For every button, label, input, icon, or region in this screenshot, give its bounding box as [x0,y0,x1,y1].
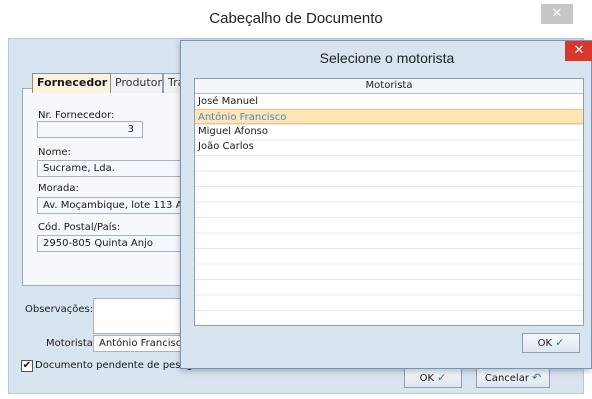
morada-label: Morada: [38,183,79,194]
window-title: Cabeçalho de Documento [209,10,383,27]
tab-fornecedor[interactable]: Fornecedor [32,73,111,93]
dialog-title: Selecione o motorista [319,50,455,66]
cod-postal-label: Cód. Postal/País: [38,222,121,233]
nome-field[interactable]: Sucrame, Lda. [37,160,191,177]
pendente-checkbox[interactable]: ✔ [21,360,33,372]
motorista-label: Motorista: [46,338,97,349]
select-driver-dialog: Selecione o motorista ✕ Motorista José M… [180,40,592,369]
window-close-button[interactable]: ✕ [541,4,573,24]
nr-fornecedor-label: Nr. Fornecedor: [38,110,115,121]
column-header-motorista[interactable]: Motorista [195,79,583,94]
dialog-close-button[interactable]: ✕ [565,41,592,61]
ok-label: OK [537,338,553,349]
driver-row-selected[interactable]: António Francisco [195,109,583,124]
observacoes-field[interactable] [93,298,189,334]
close-icon: ✕ [573,43,585,58]
cancel-label: Cancelar [484,373,529,384]
ok-label: OK [419,373,435,384]
tab-produtor[interactable]: Produtor [110,73,163,93]
cod-postal-field[interactable]: 2950-805 Quinta Anjo [37,235,191,252]
nr-fornecedor-field[interactable]: 3 [37,121,143,138]
driver-grid: Motorista José Manuel António Francisco … [194,78,584,326]
check-icon: ✓ [437,371,447,384]
main-ok-button[interactable]: OK ✓ [404,368,462,388]
driver-row[interactable]: Miguel Afonso [195,124,583,139]
observacoes-label: Observações: [25,304,94,315]
nome-label: Nome: [38,147,71,158]
dialog-ok-button[interactable]: OK ✓ [522,333,580,353]
main-cancel-button[interactable]: Cancelar ↶ [476,368,550,388]
morada-field[interactable]: Av. Moçambique, lote 113 A [37,197,191,214]
checkmark-icon: ✔ [22,360,32,371]
driver-row[interactable]: João Carlos [195,139,583,154]
driver-row[interactable]: José Manuel [195,94,583,109]
check-icon: ✓ [555,336,565,349]
motorista-field[interactable]: António Francisco [93,335,189,352]
window-titlebar: Cabeçalho de Documento ✕ [0,0,592,38]
close-icon: ✕ [551,6,563,21]
undo-icon: ↶ [531,371,542,384]
